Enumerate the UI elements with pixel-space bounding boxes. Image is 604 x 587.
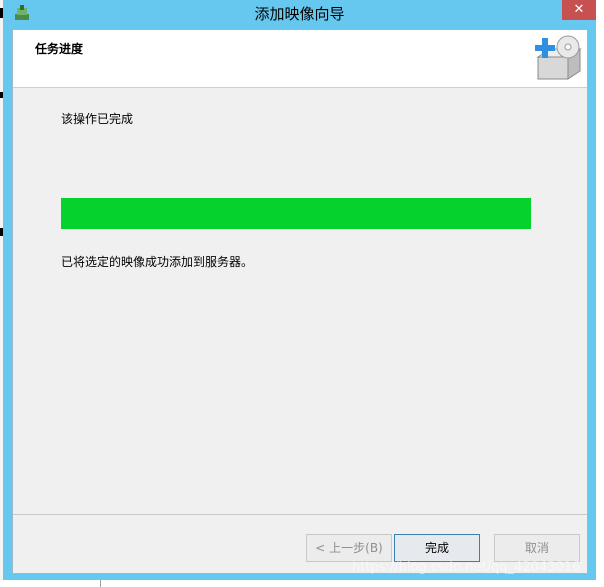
operation-status: 该操作已完成 <box>61 112 134 126</box>
add-image-disc-icon <box>535 35 582 80</box>
background-right <box>596 0 604 587</box>
progress-fill <box>61 198 531 229</box>
previous-button[interactable]: < 上一步(B) <box>306 534 392 562</box>
finish-button[interactable]: 完成 <box>394 534 480 562</box>
cancel-button[interactable]: 取消 <box>494 534 580 562</box>
section-title: 任务进度 <box>35 42 84 56</box>
close-button[interactable]: ✕ <box>562 0 596 20</box>
result-message: 已将选定的映像成功添加到服务器。 <box>61 255 254 269</box>
wizard-header: 任务进度 <box>13 30 587 88</box>
watermark: https://blog.csdn.net/qq_42043016 <box>352 560 581 575</box>
wizard-client-area: 任务进度 该操作已完成 已将选定的映像成功添加到服务器。 < 上一步(B) 完成… <box>12 29 588 574</box>
add-image-wizard-window: 添加映像向导 ✕ 任务进度 该操作已完成 已将选定的映像成功添加到服务器。 < … <box>3 0 596 580</box>
window-title: 添加映像向导 <box>254 5 345 23</box>
background-divider <box>100 580 101 587</box>
footer-divider <box>13 514 587 515</box>
background-bottom <box>0 580 604 587</box>
progress-bar <box>61 198 531 229</box>
title-bar[interactable]: 添加映像向导 ✕ <box>3 0 596 28</box>
close-icon: ✕ <box>573 2 585 17</box>
